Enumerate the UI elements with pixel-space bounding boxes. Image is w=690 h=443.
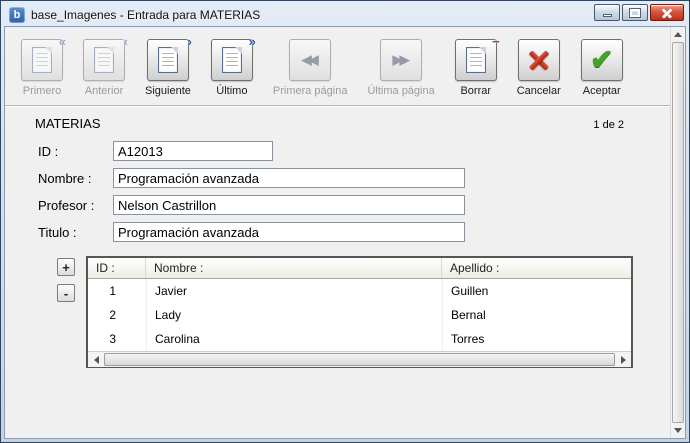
toolbar-button-aceptar[interactable]: ✔ Aceptar bbox=[581, 39, 623, 97]
profesor-label: Profesor : bbox=[38, 198, 113, 213]
cancel-icon bbox=[527, 48, 551, 72]
profesor-field[interactable] bbox=[113, 195, 465, 215]
table-row[interactable]: 3 Carolina Torres bbox=[88, 327, 631, 351]
row-edit-buttons: + - bbox=[57, 256, 75, 368]
toolbar-button-siguiente[interactable]: › Siguiente bbox=[145, 39, 191, 97]
toolbar-label: Borrar bbox=[460, 85, 491, 97]
close-button[interactable] bbox=[650, 4, 684, 21]
client-area: « Primero ‹ Anterior › Siguiente » Últim… bbox=[4, 26, 686, 439]
remove-row-button[interactable]: - bbox=[57, 284, 75, 302]
id-field[interactable] bbox=[113, 141, 273, 161]
titulo-label: Titulo : bbox=[38, 225, 113, 240]
id-label: ID : bbox=[38, 144, 113, 159]
detail-table: ID : Nombre : Apellido : 1 Javier Guille… bbox=[86, 256, 633, 368]
window-controls bbox=[594, 4, 684, 21]
toolbar-button-borrar[interactable]: − Borrar bbox=[455, 39, 497, 97]
field-row-id: ID : bbox=[38, 141, 670, 161]
cell-apellido: Guillen bbox=[442, 279, 631, 303]
materias-form: ID : Nombre : Profesor : Titulo : bbox=[38, 141, 670, 242]
minimize-button[interactable] bbox=[594, 4, 620, 21]
maximize-button[interactable] bbox=[622, 4, 648, 21]
toolbar-label: Aceptar bbox=[583, 85, 621, 97]
add-row-button[interactable]: + bbox=[57, 258, 75, 276]
table-horizontal-scrollbar[interactable] bbox=[88, 351, 631, 367]
toolbar-label: Cancelar bbox=[517, 85, 561, 97]
header-id[interactable]: ID : bbox=[88, 258, 146, 278]
toolbar: « Primero ‹ Anterior › Siguiente » Últim… bbox=[5, 27, 670, 106]
cell-nombre: Lady bbox=[146, 303, 442, 327]
toolbar-label: Última página bbox=[367, 85, 434, 97]
last-record-icon bbox=[222, 47, 242, 73]
detail-table-section: + - ID : Nombre : Apellido : 1 Javier Gu… bbox=[57, 256, 670, 368]
scroll-left-icon bbox=[94, 356, 99, 364]
toolbar-label: Siguiente bbox=[145, 85, 191, 97]
nombre-label: Nombre : bbox=[38, 171, 113, 186]
toolbar-label: Último bbox=[216, 85, 247, 97]
scroll-up-button[interactable] bbox=[671, 27, 685, 42]
header-apellido[interactable]: Apellido : bbox=[442, 258, 631, 278]
next-record-icon bbox=[158, 47, 178, 73]
toolbar-button-cancelar[interactable]: Cancelar bbox=[517, 39, 561, 97]
horizontal-scroll-thumb[interactable] bbox=[104, 353, 615, 366]
vertical-scroll-thumb[interactable] bbox=[672, 42, 684, 423]
toolbar-label: Primera página bbox=[273, 85, 348, 97]
toolbar-button-anterior[interactable]: ‹ Anterior bbox=[83, 39, 125, 97]
form-header-row: MATERIAS 1 de 2 bbox=[5, 106, 670, 131]
field-row-nombre: Nombre : bbox=[38, 168, 670, 188]
previous-record-icon bbox=[94, 47, 114, 73]
scroll-down-icon bbox=[674, 428, 682, 433]
toolbar-button-primero[interactable]: « Primero bbox=[21, 39, 63, 97]
toolbar-button-primera-pagina[interactable]: ◀◀ Primera página bbox=[273, 39, 348, 97]
cell-apellido: Torres bbox=[442, 327, 631, 351]
previous-record-badge: ‹ bbox=[124, 37, 128, 47]
delete-record-icon bbox=[466, 47, 486, 73]
minimize-icon bbox=[603, 14, 612, 17]
maximize-icon bbox=[630, 9, 640, 17]
table-row[interactable]: 1 Javier Guillen bbox=[88, 279, 631, 303]
first-record-badge: « bbox=[59, 37, 66, 47]
cell-nombre: Carolina bbox=[146, 327, 442, 351]
toolbar-label: Anterior bbox=[85, 85, 124, 97]
cell-nombre: Javier bbox=[146, 279, 442, 303]
section-label: MATERIAS bbox=[35, 116, 101, 131]
table-row[interactable]: 2 Lady Bernal bbox=[88, 303, 631, 327]
cell-id: 3 bbox=[88, 332, 146, 346]
delete-record-badge: − bbox=[492, 37, 500, 47]
next-record-badge: › bbox=[188, 37, 192, 47]
cell-apellido: Bernal bbox=[442, 303, 631, 327]
titlebar[interactable]: b base_Imagenes - Entrada para MATERIAS bbox=[4, 1, 686, 26]
window-title: base_Imagenes - Entrada para MATERIAS bbox=[31, 8, 260, 22]
detail-table-header: ID : Nombre : Apellido : bbox=[88, 258, 631, 279]
field-row-profesor: Profesor : bbox=[38, 195, 670, 215]
cell-id: 2 bbox=[88, 308, 146, 322]
titulo-field[interactable] bbox=[113, 222, 465, 242]
last-page-icon: ▶▶ bbox=[393, 52, 410, 68]
last-record-badge: » bbox=[249, 37, 256, 47]
first-page-icon: ◀◀ bbox=[302, 52, 319, 68]
scroll-up-icon bbox=[674, 32, 682, 37]
window-vertical-scrollbar[interactable] bbox=[670, 27, 685, 438]
scroll-left-button[interactable] bbox=[88, 352, 104, 367]
toolbar-button-ultimo[interactable]: » Último bbox=[211, 39, 253, 97]
nombre-field[interactable] bbox=[113, 168, 465, 188]
app-window: b base_Imagenes - Entrada para MATERIAS … bbox=[0, 0, 690, 443]
scroll-down-button[interactable] bbox=[671, 423, 685, 438]
record-indicator: 1 de 2 bbox=[593, 119, 624, 131]
toolbar-button-ultima-pagina[interactable]: ▶▶ Última página bbox=[367, 39, 434, 97]
field-row-titulo: Titulo : bbox=[38, 222, 670, 242]
scroll-right-button[interactable] bbox=[615, 352, 631, 367]
toolbar-label: Primero bbox=[23, 85, 62, 97]
first-record-icon bbox=[32, 47, 52, 73]
header-nombre[interactable]: Nombre : bbox=[146, 258, 442, 278]
accept-icon: ✔ bbox=[590, 46, 613, 74]
cell-id: 1 bbox=[88, 284, 146, 298]
scroll-right-icon bbox=[621, 356, 626, 364]
app-icon: b bbox=[9, 7, 25, 23]
close-icon bbox=[661, 7, 673, 19]
